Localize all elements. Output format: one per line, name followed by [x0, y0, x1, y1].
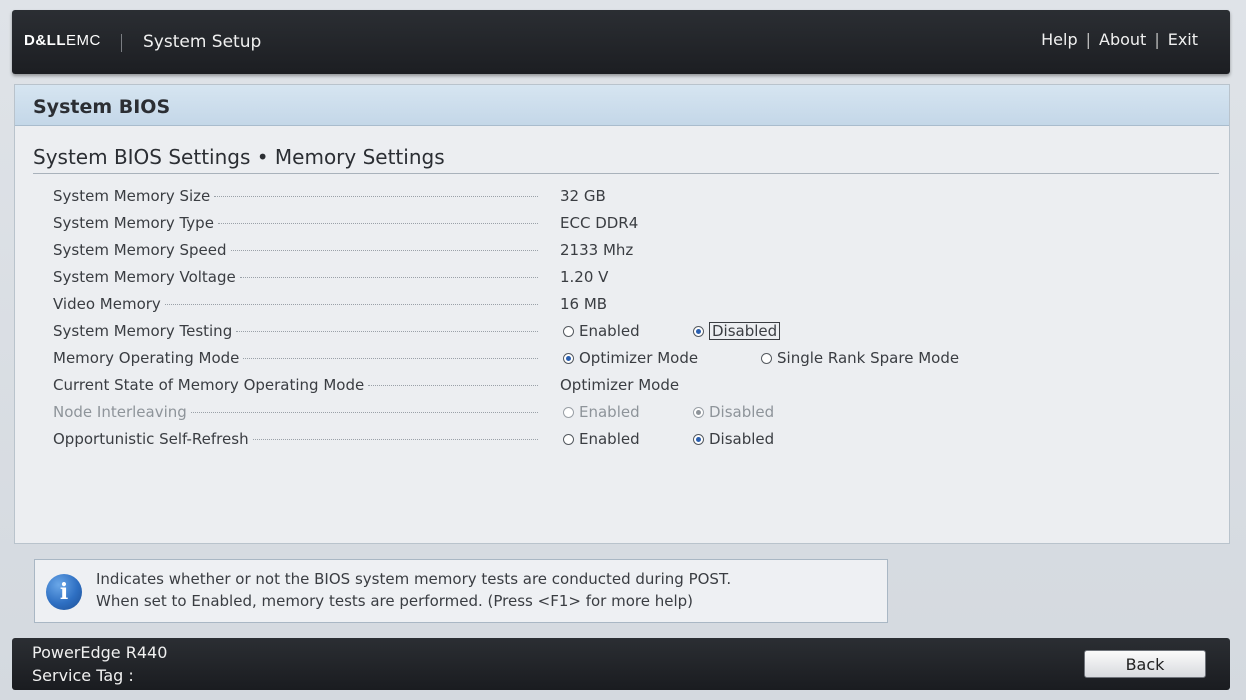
radio-button-disabled-selected [693, 406, 704, 418]
radio-label: Disabled [709, 403, 775, 421]
setting-label-text: System Memory Testing [53, 322, 233, 340]
setting-row-memory-voltage: System Memory Voltage 1.20 V [53, 264, 1213, 291]
help-box: i Indicates whether or not the BIOS syst… [34, 559, 888, 623]
radio-option-disabled[interactable]: Disabled [693, 430, 774, 448]
setting-label-text: Node Interleaving [53, 403, 187, 421]
dot-leader [230, 250, 538, 251]
setting-value: 2133 Mhz [560, 241, 634, 259]
service-tag-label: Service Tag : [32, 666, 134, 685]
setting-value: Optimizer Mode [560, 376, 680, 394]
radio-option-enabled[interactable]: Enabled [563, 322, 640, 340]
radio-button[interactable] [563, 433, 574, 445]
radio-button-disabled [563, 406, 574, 418]
bios-screen: D&LLEMC System Setup Help | About | Exit… [0, 0, 1246, 700]
radio-label: Enabled [579, 430, 640, 448]
setting-label: System Memory Voltage [53, 268, 538, 286]
setting-label-text: System Memory Voltage [53, 268, 236, 286]
dot-leader [239, 277, 538, 278]
dot-leader [214, 196, 538, 197]
link-separator: | [1085, 30, 1091, 49]
dot-leader [252, 439, 538, 440]
setting-label-text: System Memory Speed [53, 241, 227, 259]
radio-option-optimizer-mode[interactable]: Optimizer Mode [563, 349, 698, 367]
setting-label: Opportunistic Self-Refresh [53, 430, 538, 448]
radio-label-focused: Disabled [709, 322, 781, 340]
radio-button[interactable] [761, 352, 772, 364]
setting-row-operating-mode: Memory Operating Mode Optimizer Mode Sin… [53, 345, 1213, 372]
setting-label-text: System Memory Type [53, 214, 214, 232]
radio-label: Enabled [579, 322, 640, 340]
setting-value: 16 MB [560, 295, 608, 313]
radio-option-enabled[interactable]: Enabled [563, 430, 640, 448]
dot-leader [368, 385, 538, 386]
setting-label-text: Memory Operating Mode [53, 349, 240, 367]
header-links: Help | About | Exit [1041, 30, 1198, 49]
setting-row-memory-size: System Memory Size 32 GB [53, 183, 1213, 210]
setting-row-self-refresh: Opportunistic Self-Refresh Enabled Disab… [53, 426, 1213, 453]
logo-dell: D&LL [24, 32, 66, 49]
back-button[interactable]: Back [1084, 650, 1206, 678]
setting-label: Node Interleaving [53, 403, 538, 421]
system-model: PowerEdge R440 [32, 643, 168, 662]
help-line-1: Indicates whether or not the BIOS system… [96, 570, 732, 588]
radio-option-enabled: Enabled [563, 403, 640, 421]
setting-label-text: System Memory Size [53, 187, 211, 205]
setting-value: 1.20 V [560, 268, 609, 286]
logo-emc: EMC [66, 32, 101, 49]
settings-list: System Memory Size 32 GB System Memory T… [53, 183, 1213, 453]
radio-button-selected[interactable] [563, 352, 574, 364]
radio-label: Single Rank Spare Mode [777, 349, 960, 367]
setting-label: System Memory Size [53, 187, 538, 205]
setting-label: System Memory Speed [53, 241, 538, 259]
setting-label: Current State of Memory Operating Mode [53, 376, 538, 394]
page-title: System BIOS [33, 96, 171, 118]
radio-option-disabled: Disabled [693, 403, 774, 421]
dot-leader [236, 331, 538, 332]
setting-value: 32 GB [560, 187, 606, 205]
help-text: Indicates whether or not the BIOS system… [96, 568, 731, 612]
help-line-2: When set to Enabled, memory tests are pe… [96, 592, 694, 610]
divider [33, 173, 1219, 174]
setting-label: System Memory Testing [53, 322, 538, 340]
setting-label: Video Memory [53, 295, 538, 313]
radio-button-selected[interactable] [693, 433, 704, 445]
breadcrumb: System BIOS Settings • Memory Settings [33, 145, 445, 169]
dot-leader [217, 223, 538, 224]
header-bar: D&LLEMC System Setup Help | About | Exit [12, 10, 1230, 74]
setting-label-text: Video Memory [53, 295, 161, 313]
panel-title-bar [15, 85, 1229, 126]
setting-label: System Memory Type [53, 214, 538, 232]
radio-option-disabled[interactable]: Disabled [693, 322, 781, 340]
setting-label-text: Current State of Memory Operating Mode [53, 376, 365, 394]
footer-bar: PowerEdge R440 Service Tag : Back [12, 638, 1230, 690]
dot-leader [190, 412, 538, 413]
settings-panel: System BIOS System BIOS Settings • Memor… [14, 84, 1230, 544]
setting-row-video-memory: Video Memory 16 MB [53, 291, 1213, 318]
link-separator: | [1154, 30, 1160, 49]
radio-option-single-rank-spare[interactable]: Single Rank Spare Mode [761, 349, 959, 367]
setting-row-current-state: Current State of Memory Operating Mode O… [53, 372, 1213, 399]
setting-label-text: Opportunistic Self-Refresh [53, 430, 249, 448]
header-divider [121, 34, 122, 52]
about-link[interactable]: About [1099, 30, 1146, 49]
setting-value: ECC DDR4 [560, 214, 639, 232]
radio-button-selected[interactable] [693, 325, 704, 337]
setting-row-memory-speed: System Memory Speed 2133 Mhz [53, 237, 1213, 264]
dot-leader [164, 304, 538, 305]
help-link[interactable]: Help [1041, 30, 1077, 49]
setting-row-memory-type: System Memory Type ECC DDR4 [53, 210, 1213, 237]
radio-label: Disabled [709, 430, 775, 448]
dot-leader [243, 358, 538, 359]
setting-row-node-interleaving: Node Interleaving Enabled Disabled [53, 399, 1213, 426]
exit-link[interactable]: Exit [1168, 30, 1198, 49]
setting-label: Memory Operating Mode [53, 349, 538, 367]
info-icon: i [46, 574, 82, 610]
setting-row-memory-testing: System Memory Testing Enabled Disabled [53, 318, 1213, 345]
radio-label: Optimizer Mode [579, 349, 699, 367]
app-title: System Setup [143, 32, 262, 52]
radio-button[interactable] [563, 325, 574, 337]
radio-label: Enabled [579, 403, 640, 421]
dell-emc-logo: D&LLEMC [24, 32, 101, 49]
